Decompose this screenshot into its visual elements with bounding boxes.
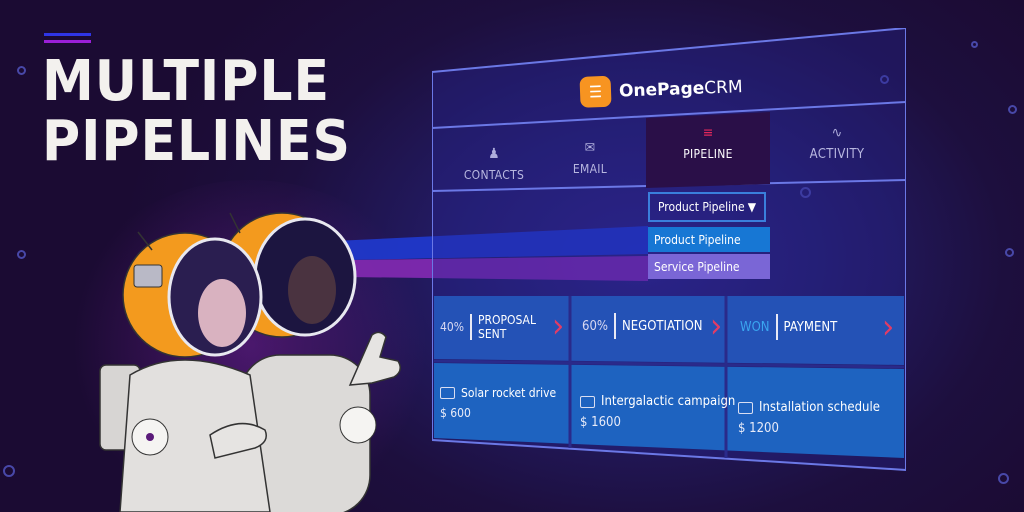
deal-title: Intergalactic campaign — [601, 394, 736, 409]
funnel-icon: ≡ — [702, 125, 714, 141]
pulse-icon: ∿ — [831, 125, 843, 141]
envelope-icon: ✉ — [584, 140, 596, 156]
tab-label: EMAIL — [572, 162, 608, 176]
deal-title: Installation schedule — [759, 400, 880, 415]
briefcase-icon — [440, 387, 455, 399]
stage-percent: 60% — [582, 318, 608, 334]
stage-name: PAYMENT — [783, 319, 838, 335]
pipeline-option-product[interactable]: Product Pipeline — [648, 227, 770, 252]
deal-card[interactable]: Solar rocket drive $ 600 — [440, 386, 556, 420]
tab-label: CONTACTS — [463, 168, 525, 182]
deal-value: $ 1200 — [738, 421, 779, 436]
person-icon: ♟ — [488, 146, 500, 162]
deal-value: $ 600 — [440, 406, 471, 420]
stage-name: NEGOTIATION — [622, 318, 703, 334]
astronaut-service — [99, 231, 271, 512]
pipeline-select[interactable]: Product Pipeline ▼ — [648, 192, 766, 222]
pipeline-option-service[interactable]: Service Pipeline — [648, 254, 770, 279]
brand-name-bold: OnePage — [618, 78, 705, 101]
brand-logo[interactable]: ☰ OnePageCRM — [579, 71, 744, 108]
deal-card[interactable]: Intergalactic campaign $ 1600 — [580, 394, 735, 430]
caret-down-icon: ▼ — [747, 200, 756, 214]
chevron-right-icon: › — [552, 306, 565, 346]
tab-activity[interactable]: ∿ ACTIVITY — [797, 125, 877, 162]
stage-percent: 40% — [440, 320, 464, 334]
briefcase-icon — [738, 401, 753, 414]
tab-contacts[interactable]: ♟ CONTACTS — [454, 146, 534, 182]
stage-percent: WON — [740, 319, 770, 335]
stage-payment[interactable]: WON PAYMENT › — [740, 310, 900, 344]
chevron-right-icon: › — [882, 307, 895, 347]
brand-name-light: CRM — [703, 76, 743, 98]
chevron-right-icon: › — [710, 306, 723, 346]
deal-card[interactable]: Installation schedule $ 1200 — [738, 400, 880, 436]
tab-label: PIPELINE — [683, 147, 733, 161]
deal-value: $ 1600 — [580, 415, 621, 430]
product-badge — [339, 406, 377, 444]
crm-panel: ☰ OnePageCRM ♟ CONTACTS ✉ EMAIL ≡ PIPELI… — [432, 28, 906, 472]
briefcase-icon — [580, 395, 595, 408]
brand-name: OnePageCRM — [619, 77, 743, 101]
onepage-logo-icon: ☰ — [579, 75, 612, 108]
astronauts-illustration — [99, 212, 401, 512]
separator — [614, 313, 616, 339]
deal-title: Solar rocket drive — [461, 386, 557, 400]
stage-proposal-sent[interactable]: 40% PROPOSAL SENT › — [440, 309, 566, 343]
stage-negotiation[interactable]: 60% NEGOTIATION › — [582, 309, 724, 343]
tab-email[interactable]: ✉ EMAIL — [550, 140, 630, 176]
separator — [775, 314, 778, 340]
tab-label: ACTIVITY — [809, 147, 865, 162]
tab-pipeline[interactable]: ≡ PIPELINE — [668, 125, 748, 161]
pipeline-select-value: Product Pipeline — [658, 200, 745, 214]
separator — [470, 314, 472, 340]
